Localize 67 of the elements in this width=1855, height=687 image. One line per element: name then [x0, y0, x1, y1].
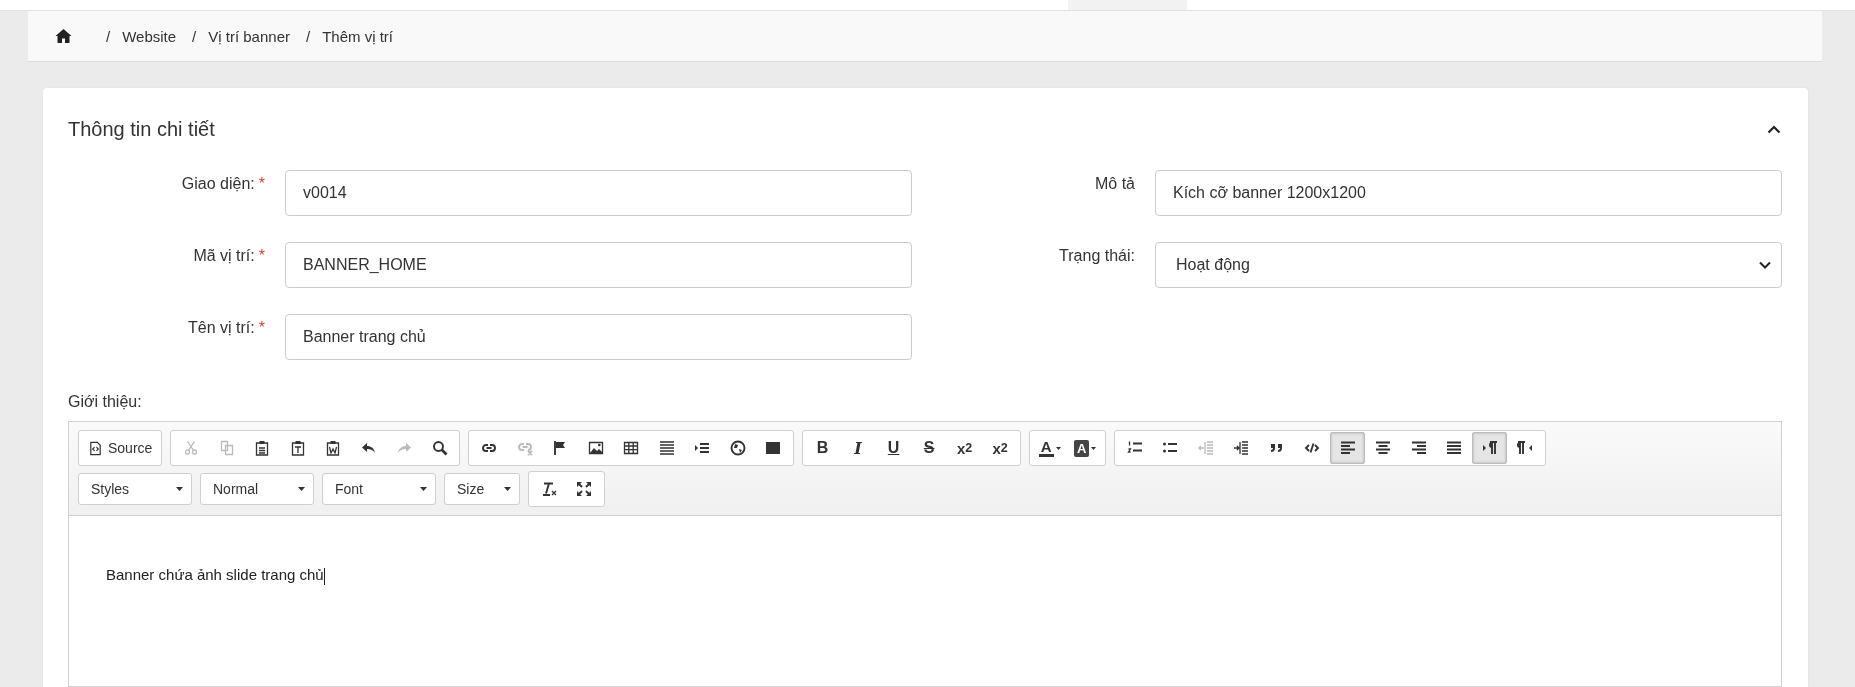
- breadcrumb-link[interactable]: Website: [122, 27, 177, 45]
- field-label: Tên vị trí:: [188, 319, 255, 336]
- caret-icon: [504, 487, 511, 491]
- code-file-icon: [88, 440, 103, 456]
- status-select[interactable]: Hoạt động: [1155, 242, 1782, 288]
- justify-icon: [1446, 440, 1463, 456]
- indent-icon: [1233, 440, 1250, 456]
- breadcrumb-separator: /: [106, 27, 111, 45]
- caret-icon: [298, 487, 305, 491]
- text-color-button[interactable]: A: [1031, 432, 1068, 464]
- caret-icon: [1091, 446, 1097, 450]
- required-mark: *: [258, 175, 265, 192]
- chevron-up-icon[interactable]: [1767, 124, 1781, 134]
- search-icon: [431, 440, 448, 456]
- card-title: Thông tin chi tiết: [68, 117, 215, 141]
- strike-button[interactable]: S: [911, 432, 947, 464]
- home-icon[interactable]: [55, 29, 72, 43]
- field-label: Mô tả: [1095, 175, 1135, 192]
- field-label: Mã vị trí:: [193, 247, 255, 264]
- text-field[interactable]: Banner trang chủ: [285, 314, 912, 360]
- clear-format-icon: [540, 481, 557, 497]
- format-dropdown[interactable]: Font: [322, 473, 436, 505]
- clipboard-text-icon: [289, 440, 306, 456]
- horizontal-lines-icon: [658, 440, 675, 456]
- required-mark: *: [258, 319, 265, 336]
- unlink-icon: [516, 440, 533, 456]
- copy-icon: [218, 440, 235, 456]
- numbered-list-icon: [1126, 440, 1143, 456]
- caret-icon: [1055, 446, 1061, 450]
- ltr-icon: [1481, 440, 1498, 456]
- scissors-icon: [183, 440, 200, 456]
- breadcrumb-link[interactable]: Thêm vị trí: [322, 27, 393, 45]
- source-button[interactable]: Source: [81, 432, 160, 464]
- format-dropdown[interactable]: Normal: [200, 473, 314, 505]
- breadcrumb-link[interactable]: Vị trí banner: [208, 27, 290, 45]
- italic-button[interactable]: I: [840, 432, 876, 464]
- image-icon: [587, 440, 604, 456]
- align-left-button[interactable]: [1329, 432, 1366, 464]
- required-mark: *: [258, 247, 265, 264]
- breadcrumb-separator: /: [306, 27, 311, 45]
- text-field[interactable]: BANNER_HOME: [285, 242, 912, 288]
- format-dropdown[interactable]: Styles: [78, 473, 192, 505]
- background-color-button[interactable]: A: [1067, 432, 1103, 464]
- maximize-icon: [576, 481, 593, 497]
- format-dropdown[interactable]: Size: [444, 473, 520, 505]
- caret-icon: [176, 487, 183, 491]
- rtl-icon: [1517, 440, 1534, 456]
- field-label: Giao diện:: [181, 175, 255, 192]
- align-right-icon: [1410, 440, 1427, 456]
- text-field[interactable]: Kích cỡ banner 1200x1200: [1155, 170, 1782, 216]
- ltr-button[interactable]: [1471, 432, 1508, 464]
- clipboard-icon: [254, 440, 271, 456]
- field-label: Giới thiệu:: [68, 393, 143, 411]
- clipboard-word-icon: [325, 440, 342, 456]
- caret-icon: [420, 487, 427, 491]
- text-field[interactable]: v0014: [285, 170, 912, 216]
- globe-icon: [729, 440, 746, 456]
- field-label: Trạng thái:: [1059, 247, 1135, 264]
- align-left-icon: [1339, 440, 1356, 456]
- table-icon: [623, 440, 640, 456]
- align-center-icon: [1375, 440, 1392, 456]
- page-break-icon: [694, 440, 711, 456]
- chevron-down-icon: [1759, 261, 1771, 269]
- underline-button[interactable]: U: [875, 432, 912, 464]
- bold-button[interactable]: B: [804, 432, 841, 464]
- outdent-icon: [1197, 440, 1214, 456]
- breadcrumb-separator: /: [192, 27, 197, 45]
